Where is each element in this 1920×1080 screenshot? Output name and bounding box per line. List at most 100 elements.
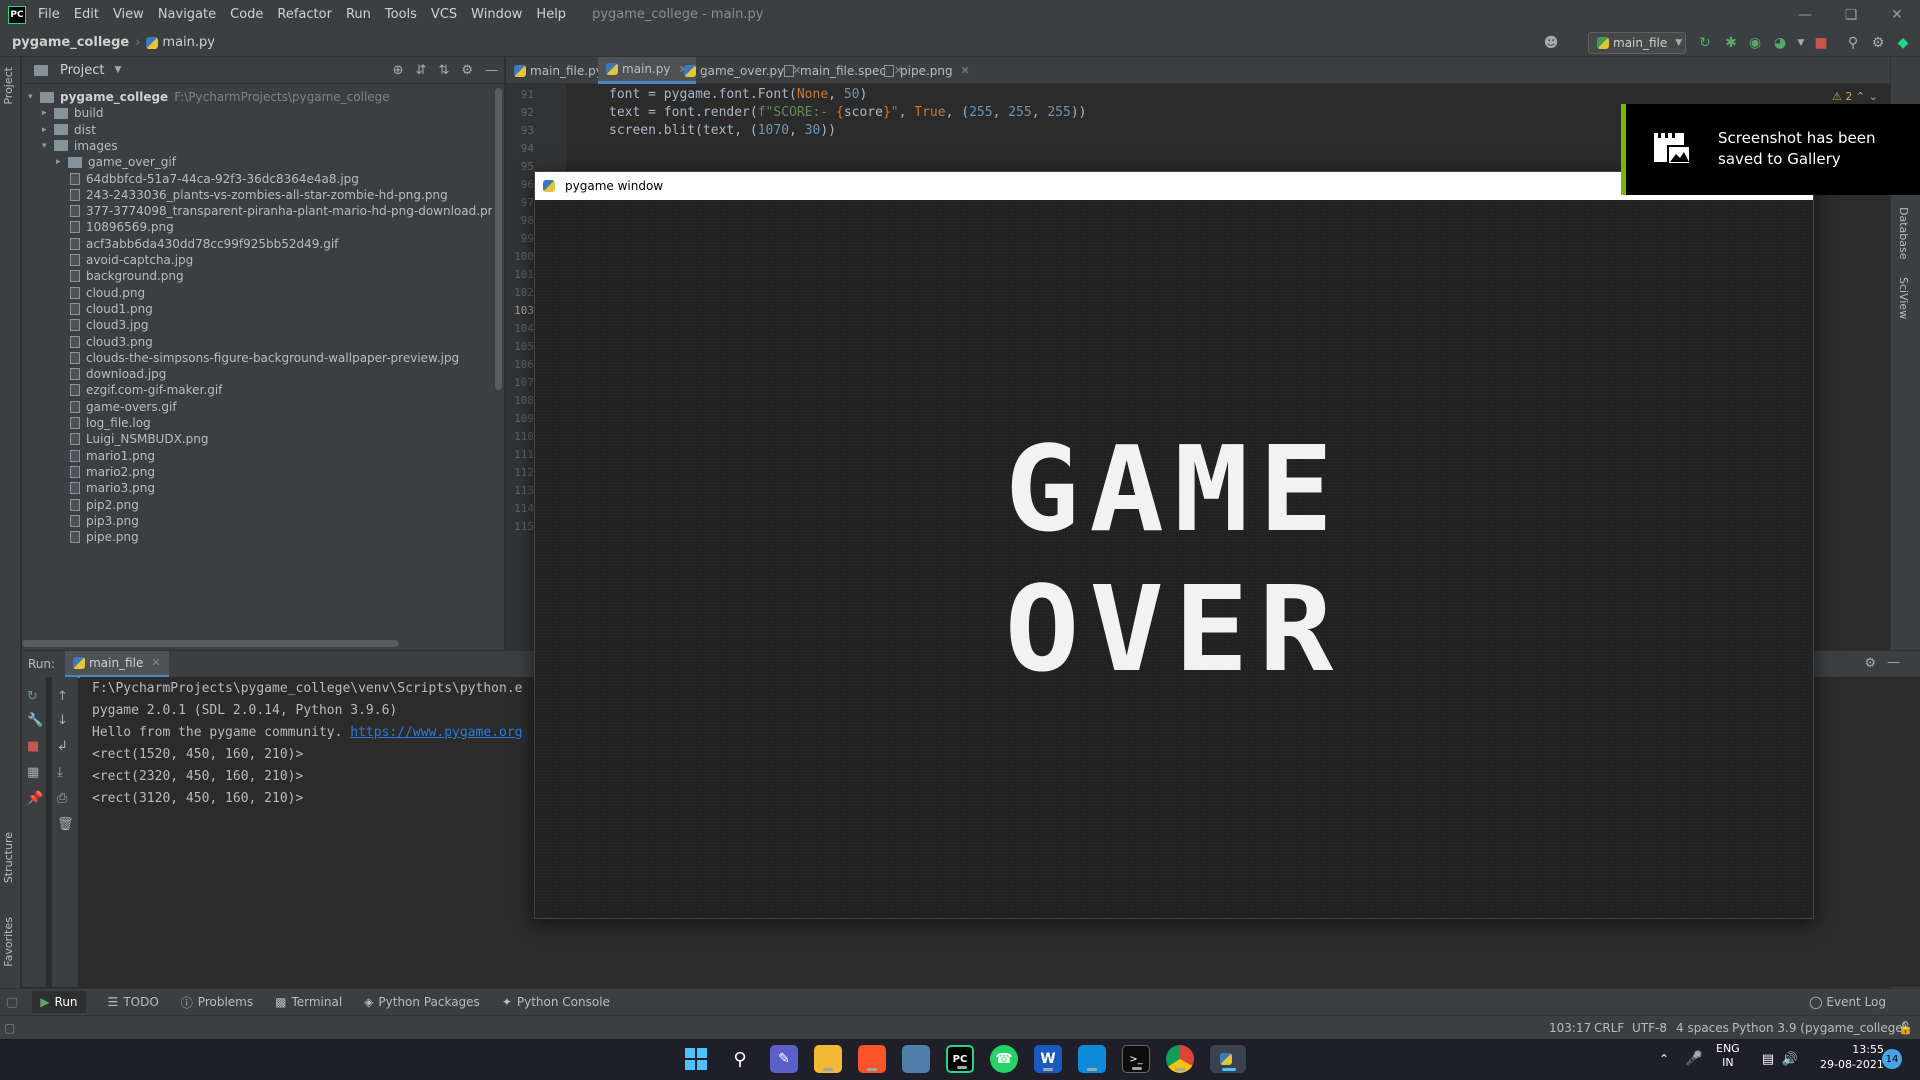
settings-gear-icon[interactable]: ⚙ (1869, 34, 1887, 52)
search-icon[interactable]: ⚲ (1844, 34, 1862, 52)
system-clock[interactable]: 13:55 29-08-2021 (1820, 1042, 1884, 1072)
breadcrumb-file[interactable]: main.py (162, 35, 215, 50)
pygame-website-link[interactable]: https://www.pygame.org (350, 725, 522, 740)
brave-browser-icon[interactable] (858, 1045, 886, 1073)
chevron-down-icon[interactable]: ▾ (28, 92, 40, 102)
jetbrains-toolbox-icon[interactable]: ◆ (1894, 34, 1912, 52)
file-explorer-icon[interactable] (814, 1045, 842, 1073)
project-tool-tab[interactable]: Project (2, 67, 15, 105)
pin-icon[interactable]: 📌 (27, 791, 43, 806)
run-tab-main-file[interactable]: main_file ✕ (65, 650, 169, 678)
menu-code[interactable]: Code (228, 5, 265, 24)
editor-tab[interactable]: pipe.png ✕ (876, 57, 978, 84)
line-separator[interactable]: CRLF (1594, 1021, 1624, 1035)
project-tree-vertical-scrollbar[interactable] (495, 88, 502, 390)
menu-navigate[interactable]: Navigate (156, 5, 218, 24)
notification-badge[interactable]: 14 (1882, 1049, 1902, 1069)
scroll-to-end-icon[interactable]: ⤓ (57, 765, 63, 780)
microphone-icon[interactable]: 🎤 (1680, 1045, 1708, 1073)
chevron-down-icon[interactable]: ▼ (114, 65, 121, 75)
windows-start-icon[interactable] (682, 1045, 710, 1073)
chevron-right-icon[interactable]: ▸ (42, 108, 54, 118)
close-tab-icon[interactable]: ✕ (961, 64, 970, 77)
expand-all-icon[interactable]: ⇵ (416, 63, 427, 78)
settings-gear-icon[interactable]: ⚙ (461, 63, 473, 78)
screenshot-saved-toast[interactable]: Screenshot has been saved to Gallery (1621, 104, 1920, 195)
pygame-canvas[interactable]: GAME OVER (535, 200, 1813, 918)
menu-file[interactable]: File (36, 5, 62, 24)
menu-view[interactable]: View (111, 5, 146, 24)
scroll-down-icon[interactable]: ↓ (57, 713, 68, 728)
restore-icon[interactable]: ❏ (1828, 0, 1874, 29)
menu-tools[interactable]: Tools (383, 5, 419, 24)
debug-icon[interactable]: ✱ (1722, 34, 1740, 52)
close-tab-icon[interactable]: ✕ (151, 656, 160, 669)
hide-panel-icon[interactable]: — (485, 63, 498, 78)
status-toggle-icon[interactable]: ▢ (4, 1021, 15, 1035)
photos-icon[interactable] (902, 1045, 930, 1073)
menu-refactor[interactable]: Refactor (275, 5, 334, 24)
tree-file[interactable]: pipe.png (22, 527, 139, 547)
tab-terminal[interactable]: ▩ Terminal (275, 995, 342, 1009)
language-indicator[interactable]: ENG IN (1716, 1042, 1740, 1070)
sciview-tool-tab[interactable]: SciView (1897, 277, 1910, 319)
caret-position[interactable]: 103:17 (1549, 1021, 1591, 1035)
search-icon[interactable]: ⚲ (726, 1045, 754, 1073)
tab-python-packages[interactable]: ◈ Python Packages (364, 995, 480, 1009)
pygame-python-icon[interactable] (1210, 1045, 1246, 1073)
settings-gear-icon[interactable]: ⚙ (1864, 656, 1876, 671)
whatsapp-icon[interactable]: ☎ (990, 1045, 1018, 1073)
wrench-icon[interactable]: 🔧 (27, 713, 43, 728)
profile-icon[interactable]: ◕ (1771, 34, 1789, 52)
user-icon[interactable]: ☻ (1542, 34, 1560, 52)
toggle-tool-windows-icon[interactable]: ▢ (6, 995, 18, 1010)
coverage-icon[interactable]: ◉ (1746, 34, 1764, 52)
python-interpreter[interactable]: Python 3.9 (pygame_college) (1732, 1021, 1907, 1035)
indentation[interactable]: 4 spaces (1676, 1021, 1729, 1035)
locate-file-icon[interactable]: ⊕ (393, 63, 404, 78)
event-log-button[interactable]: ◯ Event Log (1809, 995, 1886, 1009)
tab-todo[interactable]: ☰ TODO (108, 995, 159, 1009)
pygame-window[interactable]: pygame window GAME OVER (534, 171, 1814, 919)
menu-vcs[interactable]: VCS (429, 5, 459, 24)
tab-problems[interactable]: ⓘ Problems (181, 994, 253, 1011)
chevron-right-icon[interactable]: ▸ (56, 157, 68, 167)
pycharm-icon[interactable]: PC (946, 1045, 974, 1073)
terminal-icon[interactable]: >_ (1122, 1045, 1150, 1073)
stop-icon[interactable]: ■ (1812, 34, 1830, 52)
chevron-down-icon[interactable]: ▾ (42, 141, 54, 151)
hide-panel-icon[interactable]: — (1887, 655, 1900, 670)
layout-icon[interactable]: ▦ (27, 765, 39, 780)
notepad-icon[interactable] (1078, 1045, 1106, 1073)
scroll-up-icon[interactable]: ↑ (57, 689, 68, 704)
trash-icon[interactable]: 🗑 (57, 817, 74, 832)
teams-chat-icon[interactable]: ✎ (770, 1045, 798, 1073)
show-hidden-icons-icon[interactable]: ⌃ (1650, 1045, 1678, 1073)
rerun-icon[interactable]: ↻ (1696, 34, 1714, 52)
menu-run[interactable]: Run (344, 5, 373, 24)
chrome-icon[interactable] (1166, 1045, 1194, 1073)
breadcrumb-project[interactable]: pygame_college (12, 35, 129, 50)
tab-run[interactable]: ▶ Run (32, 991, 86, 1013)
collapse-all-icon[interactable]: ⇅ (438, 63, 449, 78)
word-icon[interactable]: W (1034, 1045, 1062, 1073)
soft-wrap-icon[interactable]: ↲ (57, 739, 68, 754)
more-run-chevron-icon[interactable]: ▼ (1792, 34, 1810, 52)
tab-python-console[interactable]: ✦ Python Console (502, 995, 610, 1009)
rerun-icon[interactable]: ↻ (27, 689, 38, 704)
menu-help[interactable]: Help (534, 5, 568, 24)
lock-icon[interactable]: 🔓 (1898, 1021, 1913, 1035)
volume-icon[interactable]: 🔊 (1776, 1045, 1804, 1073)
print-icon[interactable]: ⎙ (57, 791, 67, 806)
favorites-tool-tab[interactable]: Favorites (2, 917, 15, 967)
pycharm-logo-icon[interactable]: PC (8, 5, 26, 24)
file-encoding[interactable]: UTF-8 (1632, 1021, 1667, 1035)
database-tool-tab[interactable]: Database (1897, 207, 1910, 260)
minimize-icon[interactable]: — (1782, 0, 1828, 29)
close-icon[interactable]: ✕ (1874, 0, 1920, 29)
menu-window[interactable]: Window (469, 5, 524, 24)
warnings-indicator[interactable]: ⚠ 2 ⌃ ⌄ (1832, 90, 1878, 103)
project-tree-horizontal-scrollbar[interactable] (22, 640, 399, 647)
structure-tool-tab[interactable]: Structure (2, 832, 15, 883)
chevron-right-icon[interactable]: ▸ (42, 125, 54, 135)
